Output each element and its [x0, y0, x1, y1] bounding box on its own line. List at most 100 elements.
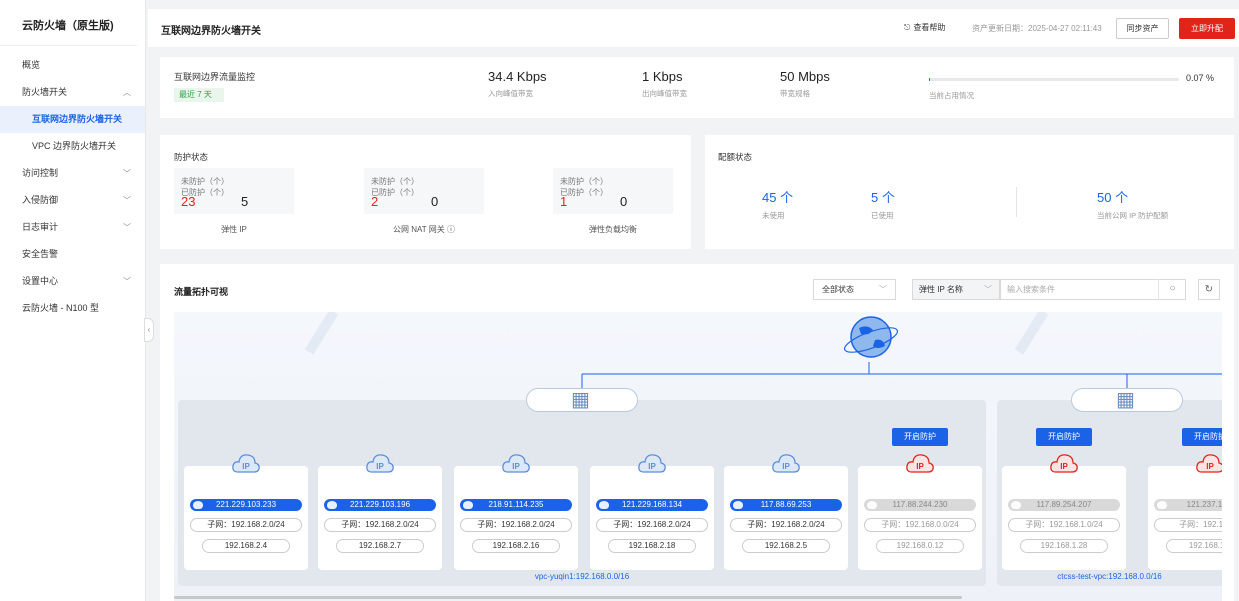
cloud-ip-icon: IP: [638, 454, 666, 473]
upgrade-button[interactable]: 立即升配: [1179, 18, 1235, 39]
help-link[interactable]: ⎋ 查看帮助: [904, 22, 945, 33]
sidebar-item-settings[interactable]: 设置中心 ﹀: [0, 268, 145, 295]
page-header: 互联网边界防火墙开关 ⎋ 查看帮助 资产更新日期：2025-04-27 02:11…: [148, 9, 1239, 47]
total-label: 当前公网 IP 防护配额: [1097, 211, 1169, 220]
ip-node[interactable]: IP 121.229.168.134 子网：192.168.2.0/24 192…: [590, 454, 714, 570]
cloud-ip-icon: IP: [772, 454, 800, 473]
protection-title: 防护状态: [174, 152, 209, 162]
protected-count[interactable]: 5: [241, 194, 248, 209]
sync-assets-button[interactable]: 同步资产: [1116, 18, 1169, 39]
chevron-down-icon: ﹀: [984, 285, 992, 294]
ip-node[interactable]: IP 221.229.103.233 子网：192.168.2.0/24 192…: [184, 454, 308, 570]
sidebar-item-label: 概览: [22, 60, 41, 70]
subnet: 子网：192.168.2.0/24: [324, 518, 436, 532]
public-ip-text: 117.89.254.207: [1036, 500, 1092, 509]
public-ip: 218.91.114.235: [460, 499, 572, 511]
bandwidth-label: 带宽规格: [780, 89, 810, 98]
share-icon: ⎋: [904, 23, 911, 32]
private-ip: 192.168.1.2: [1166, 539, 1222, 553]
sidebar-collapse-button[interactable]: ‹: [144, 318, 154, 342]
enable-protection-button[interactable]: 开启防护: [892, 428, 948, 446]
router[interactable]: ▦: [1071, 388, 1183, 412]
sidebar-item-label: VPC 边界防火墙开关: [32, 141, 117, 151]
cloud-icon: [1011, 501, 1021, 509]
unprotected-count[interactable]: 2: [371, 194, 431, 209]
public-ip: 221.229.103.233: [190, 499, 302, 511]
usage-label: 当前占用情况: [929, 91, 974, 100]
router[interactable]: ▦: [526, 388, 638, 412]
help-circle-icon[interactable]: ⓘ: [447, 225, 455, 234]
public-ip-text: 221.229.103.233: [215, 500, 277, 509]
internet-globe-icon: [843, 316, 899, 358]
private-ip: 192.168.1.28: [1020, 539, 1108, 553]
public-ip: 117.88.69.253: [730, 499, 842, 511]
private-ip: 192.168.2.5: [742, 539, 830, 553]
public-ip: 221.229.103.196: [324, 499, 436, 511]
sidebar-item-label: 安全告警: [22, 249, 59, 259]
quota-title: 配额状态: [718, 152, 753, 162]
vpc-label[interactable]: vpc-yuqin1:192.168.0.0/16: [178, 572, 986, 581]
protected-count[interactable]: 0: [620, 194, 627, 209]
outbound-stat: 1 Kbps 出向峰值带宽: [642, 69, 687, 99]
public-ip-text: 117.88.69.253: [760, 500, 812, 509]
sidebar-item-label: 防火墙开关: [22, 87, 68, 97]
ip-node[interactable]: IP 117.89.254.207 子网：192.168.1.0/24 192.…: [1002, 454, 1126, 570]
sidebar-item-firewall-switch[interactable]: 防火墙开关 ︿: [0, 79, 145, 106]
cloud-icon: [867, 501, 877, 509]
sidebar-item-alerts[interactable]: 安全告警: [0, 241, 145, 268]
ip-node[interactable]: IP 117.88.69.253 子网：192.168.2.0/24 192.1…: [724, 454, 848, 570]
caption-text: 公网 NAT 网关: [393, 225, 445, 234]
protection-box-elb: 未防护（个）已防护（个） 10: [553, 168, 673, 214]
sidebar-item-intrusion[interactable]: 入侵防御 ﹀: [0, 187, 145, 214]
period-tag[interactable]: 最近 7 天: [174, 88, 224, 102]
public-ip: 117.89.254.207: [1008, 499, 1120, 511]
field-filter-value: 弹性 IP 名称: [919, 285, 963, 294]
inbound-stat: 34.4 Kbps 入向峰值带宽: [488, 69, 547, 99]
cloud-ip-icon: IP: [502, 454, 530, 473]
ip-node[interactable]: IP 117.88.244.230 子网：192.168.0.0/24 192.…: [858, 454, 982, 570]
field-filter-select[interactable]: 弹性 IP 名称 ﹀: [912, 279, 1000, 300]
traffic-topology-card: 流量拓扑可视 全部状态 ﹀ 弹性 IP 名称 ﹀ 输入搜索条件 ○ ↻ vpc-…: [160, 264, 1234, 601]
sidebar-item-label: 设置中心: [22, 276, 59, 286]
topology-canvas[interactable]: vpc-yuqin1:192.168.0.0/16 ctcss-test-vpc…: [174, 312, 1222, 601]
sidebar-item-overview[interactable]: 概览: [0, 52, 145, 79]
sidebar-item-internet-firewall[interactable]: 互联网边界防火墙开关: [0, 106, 145, 133]
subnet: 子网：192.168.2.0/24: [730, 518, 842, 532]
cloud-icon: [599, 501, 609, 509]
protected-count[interactable]: 0: [431, 194, 438, 209]
enable-protection-button[interactable]: 开启防护: [1182, 428, 1222, 446]
protection-caption: 弹性 IP: [221, 225, 247, 234]
unprotected-count[interactable]: 23: [181, 194, 241, 209]
enable-protection-button[interactable]: 开启防护: [1036, 428, 1092, 446]
horizontal-scrollbar[interactable]: [174, 596, 962, 599]
sidebar-item-access-control[interactable]: 访问控制 ﹀: [0, 160, 145, 187]
public-ip-text: 121.229.168.134: [621, 500, 683, 509]
router-icon: ▦: [1116, 389, 1135, 411]
vpc-label[interactable]: ctcss-test-vpc:192.168.0.0/16: [997, 572, 1222, 581]
public-ip: 117.88.244.230: [864, 499, 976, 511]
sidebar-item-vpc-firewall[interactable]: VPC 边界防火墙开关: [0, 133, 145, 160]
ip-node[interactable]: IP 121.237.179. 子网：192.168.1. 192.168.1.…: [1148, 454, 1222, 570]
outbound-label: 出向峰值带宽: [642, 89, 687, 98]
unprotected-count[interactable]: 1: [560, 194, 620, 209]
used-label: 已使用: [871, 211, 894, 220]
cloud-icon: [327, 501, 337, 509]
sidebar-item-log-audit[interactable]: 日志审计 ﹀: [0, 214, 145, 241]
subnet: 子网：192.168.2.0/24: [460, 518, 572, 532]
protection-caption: 公网 NAT 网关 ⓘ: [364, 224, 484, 235]
inbound-value: 34.4 Kbps: [488, 69, 547, 84]
svg-text:IP: IP: [916, 462, 924, 471]
ip-node[interactable]: IP 221.229.103.196 子网：192.168.2.0/24 192…: [318, 454, 442, 570]
svg-text:IP: IP: [376, 462, 384, 471]
sidebar-item-n100[interactable]: 云防火墙 - N100 型: [0, 295, 145, 322]
private-ip: 192.168.0.12: [876, 539, 964, 553]
refresh-icon[interactable]: ↻: [1198, 279, 1220, 300]
private-ip: 192.168.2.4: [202, 539, 290, 553]
status-filter-select[interactable]: 全部状态 ﹀: [813, 279, 896, 300]
ip-node[interactable]: IP 218.91.114.235 子网：192.168.2.0/24 192.…: [454, 454, 578, 570]
quota-status-card: 配额状态 45 个 未使用 5 个 已使用 50 个 当前公网 IP 防护配额: [705, 135, 1234, 249]
traffic-monitor-card: 互联网边界流量监控 最近 7 天 34.4 Kbps 入向峰值带宽 1 Kbps…: [160, 57, 1234, 118]
search-icon[interactable]: ○: [1158, 279, 1186, 300]
unprotected-label: 未防护（个）: [181, 177, 229, 186]
public-ip-text: 218.91.114.235: [488, 500, 544, 509]
